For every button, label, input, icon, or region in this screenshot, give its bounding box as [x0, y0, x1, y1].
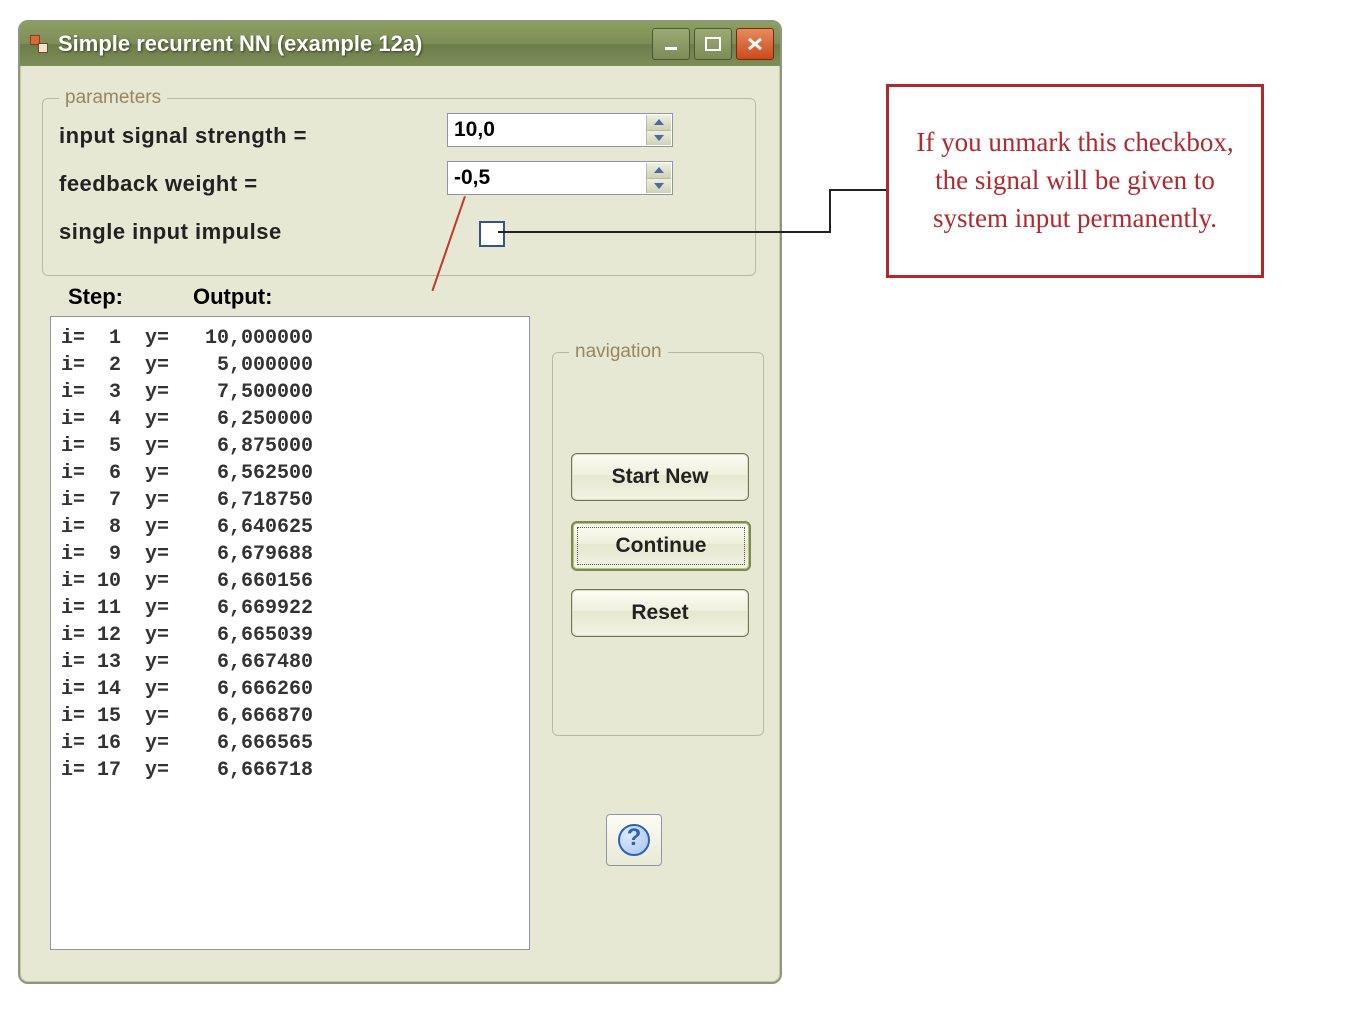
app-icon — [30, 35, 48, 53]
column-headers: Step: Output: — [68, 284, 272, 310]
single-impulse-label: single input impulse — [59, 219, 282, 245]
output-list[interactable]: i= 1 y= 10,000000 i= 2 y= 5,000000 i= 3 … — [50, 316, 530, 950]
navigation-legend: navigation — [569, 341, 668, 363]
input-signal-value: 10,0 — [454, 118, 495, 142]
minimize-icon — [663, 37, 679, 51]
parameters-legend: parameters — [59, 87, 167, 109]
annotation-box: If you unmark this checkbox, the signal … — [886, 84, 1264, 278]
annotation-text: If you unmark this checkbox, the signal … — [903, 124, 1247, 237]
parameters-group: parameters input signal strength = feedb… — [42, 98, 756, 276]
minimize-button[interactable] — [652, 28, 690, 60]
feedback-weight-spinner[interactable]: -0,5 — [447, 161, 673, 195]
maximize-button[interactable] — [694, 28, 732, 60]
reset-button[interactable]: Reset — [571, 589, 749, 637]
help-icon: ? — [618, 824, 650, 856]
close-icon — [747, 37, 763, 51]
maximize-icon — [705, 37, 721, 51]
start-new-button[interactable]: Start New — [571, 453, 749, 501]
help-button[interactable]: ? — [606, 814, 662, 866]
input-signal-label: input signal strength = — [59, 123, 307, 149]
app-window: Simple recurrent NN (example 12a) parame… — [18, 20, 782, 984]
single-impulse-checkbox[interactable] — [479, 221, 505, 247]
input-signal-spinner[interactable]: 10,0 — [447, 113, 673, 147]
close-button[interactable] — [736, 28, 774, 60]
spin-up-icon[interactable] — [647, 115, 671, 131]
spin-up-icon[interactable] — [647, 163, 671, 179]
window-title: Simple recurrent NN (example 12a) — [58, 31, 422, 57]
spin-down-icon[interactable] — [647, 179, 671, 194]
feedback-weight-value: -0,5 — [454, 166, 490, 190]
continue-button[interactable]: Continue — [571, 521, 751, 571]
output-header: Output: — [193, 284, 272, 310]
spin-down-icon[interactable] — [647, 131, 671, 146]
navigation-group: navigation Start New Continue Reset — [552, 352, 764, 736]
feedback-weight-label: feedback weight = — [59, 171, 258, 197]
titlebar[interactable]: Simple recurrent NN (example 12a) — [20, 22, 780, 66]
step-header: Step: — [68, 284, 123, 310]
